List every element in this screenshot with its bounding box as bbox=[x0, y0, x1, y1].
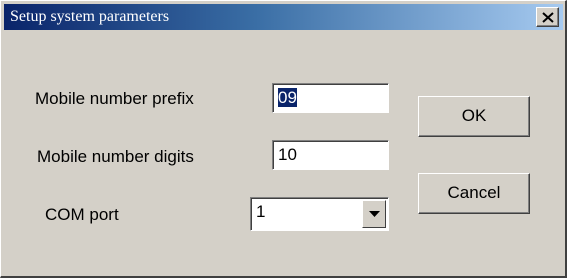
ok-button[interactable]: OK bbox=[418, 96, 530, 137]
com-port-select[interactable]: 1 bbox=[250, 197, 389, 231]
digits-value: 10 bbox=[278, 145, 297, 164]
prefix-value: 09 bbox=[278, 88, 297, 107]
close-button[interactable] bbox=[536, 7, 559, 27]
com-port-dropdown-button[interactable] bbox=[362, 200, 386, 228]
prefix-input[interactable]: 09 bbox=[272, 83, 389, 113]
close-icon bbox=[542, 12, 554, 23]
title-bar: Setup system parameters bbox=[4, 4, 563, 30]
digits-label: Mobile number digits bbox=[37, 147, 194, 166]
setup-dialog: Setup system parameters Mobile number pr… bbox=[0, 0, 567, 278]
cancel-button[interactable]: Cancel bbox=[418, 173, 530, 214]
chevron-down-icon bbox=[369, 211, 380, 217]
prefix-label: Mobile number prefix bbox=[35, 89, 194, 108]
digits-input[interactable]: 10 bbox=[272, 140, 389, 170]
com-port-value: 1 bbox=[256, 202, 266, 221]
window-title: Setup system parameters bbox=[10, 8, 170, 25]
com-port-label: COM port bbox=[45, 205, 119, 224]
